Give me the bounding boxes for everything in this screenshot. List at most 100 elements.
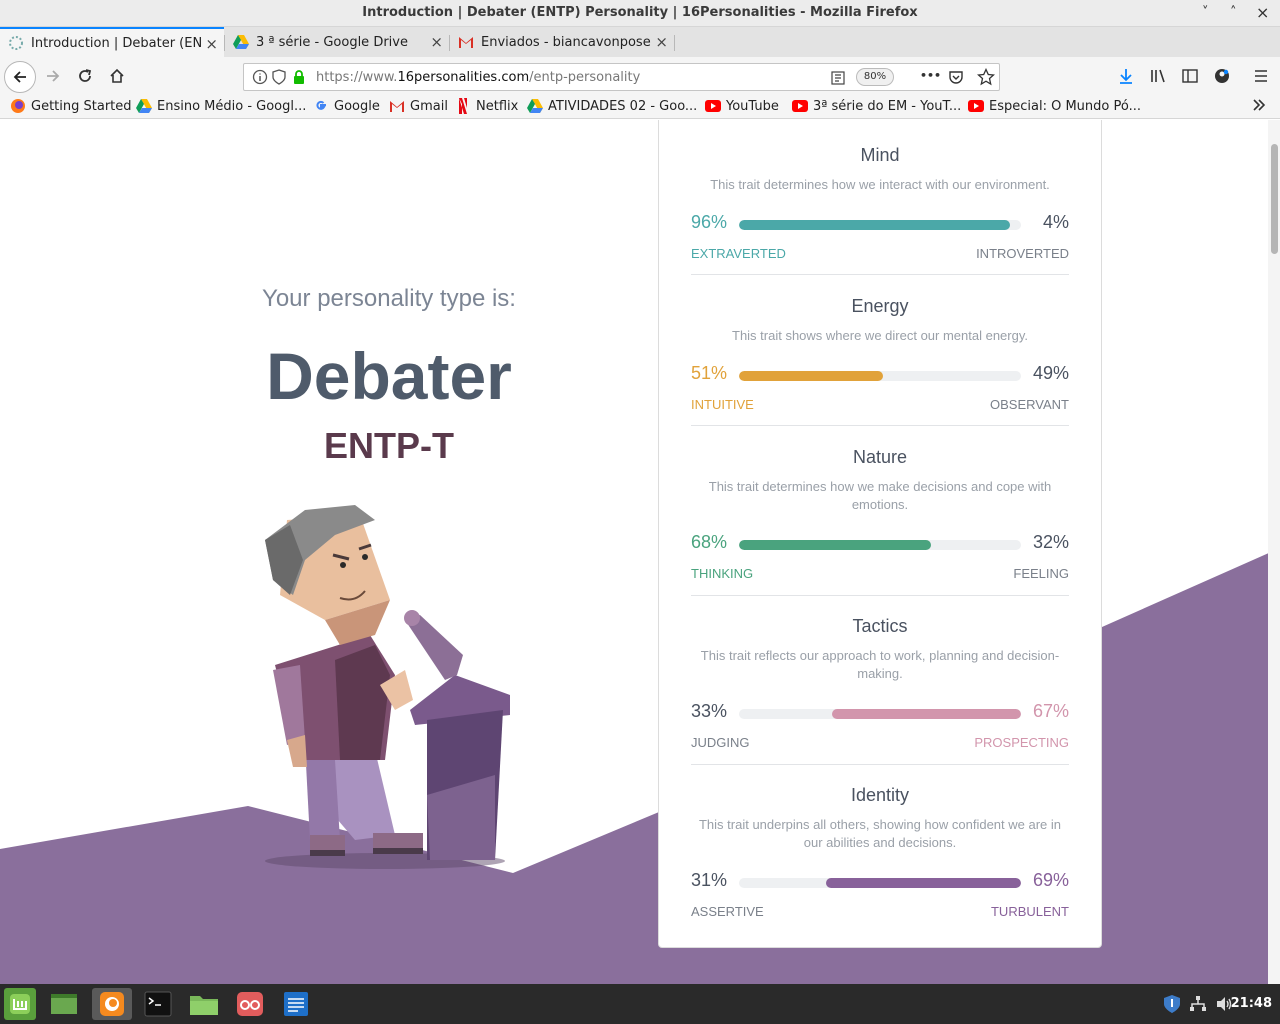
back-button[interactable] bbox=[4, 61, 36, 93]
trait-title: Tactics bbox=[852, 616, 908, 636]
bookmark-3a-serie[interactable]: 3ª série do EM - YouT... bbox=[792, 98, 961, 114]
bookmark-star-icon[interactable] bbox=[976, 67, 996, 90]
trait-divider bbox=[691, 425, 1069, 426]
bookmark-youtube[interactable]: YouTube bbox=[705, 98, 779, 114]
update-shield-icon[interactable] bbox=[1160, 988, 1184, 1020]
bookmark-label: ATIVIDADES 02 - Goo... bbox=[548, 98, 698, 114]
tab-16personalities[interactable]: Introduction | Debater (ENTP × bbox=[0, 27, 224, 57]
trait-right-label: TURBULENT bbox=[990, 904, 1069, 919]
home-button[interactable] bbox=[106, 65, 128, 87]
hamburger-icon bbox=[1255, 70, 1267, 82]
close-tab-icon[interactable]: × bbox=[205, 35, 218, 53]
trait-bar-row: 51% 49% bbox=[691, 363, 1069, 387]
youtube-icon bbox=[968, 98, 984, 114]
trait-left-percent: 33% bbox=[691, 701, 728, 721]
trait-mind: Mind This trait determines how we interac… bbox=[691, 145, 1069, 264]
page-actions-button[interactable]: ••• bbox=[920, 69, 941, 82]
bookmark-especial[interactable]: Especial: O Mundo Pó... bbox=[968, 98, 1141, 114]
trait-title: Mind bbox=[860, 145, 900, 165]
minimize-button[interactable]: ˅ bbox=[1202, 0, 1209, 26]
system-taskbar: 21:48 bbox=[0, 984, 1280, 1024]
navigation-bar: https://www.16personalities.com/entp-per… bbox=[0, 57, 1280, 95]
trait-bar-track bbox=[739, 878, 1021, 888]
trait-bar-row: 68% 32% bbox=[691, 532, 1069, 556]
intro-text: Your personality type is: bbox=[262, 285, 516, 312]
trait-nature: Nature This trait determines how we make … bbox=[691, 447, 1069, 584]
trait-right-percent: 49% bbox=[1032, 363, 1069, 383]
personality-type-code: ENTP-T bbox=[324, 425, 454, 466]
clock[interactable]: 21:48 bbox=[1231, 996, 1272, 1011]
lock-icon[interactable] bbox=[292, 69, 306, 89]
bookmark-label: Especial: O Mundo Pó... bbox=[989, 98, 1141, 114]
trait-bar-row: 31% 69% bbox=[691, 870, 1069, 894]
trait-energy: Energy This trait shows where we direct o… bbox=[691, 296, 1069, 415]
trait-left-label: INTUITIVE bbox=[691, 397, 754, 412]
tab-google-drive[interactable]: 3 ª série - Google Drive × bbox=[225, 27, 449, 57]
account-button[interactable] bbox=[1211, 65, 1233, 87]
16personalities-icon bbox=[8, 35, 24, 51]
sidebar-button[interactable] bbox=[1179, 65, 1201, 87]
trait-bar-track bbox=[739, 540, 1021, 550]
bookmark-atividades[interactable]: ATIVIDADES 02 - Goo... bbox=[527, 98, 697, 114]
url-text[interactable]: https://www.16personalities.com/entp-per… bbox=[316, 70, 640, 85]
downloads-button[interactable] bbox=[1115, 65, 1137, 87]
netflix-icon bbox=[455, 98, 471, 114]
trait-left-label: EXTRAVERTED bbox=[691, 246, 786, 261]
bookmark-label: Ensino Médio - Googl... bbox=[157, 98, 307, 114]
bookmark-getting-started[interactable]: Getting Started bbox=[10, 98, 132, 114]
gmail-icon bbox=[389, 98, 405, 114]
close-window-button[interactable]: × bbox=[1256, 0, 1269, 26]
mint-menu-icon[interactable] bbox=[4, 988, 36, 1020]
url-bar[interactable]: https://www.16personalities.com/entp-per… bbox=[243, 63, 1000, 91]
tab-label: Introduction | Debater (ENTP bbox=[31, 35, 201, 51]
firefox-taskbar-icon[interactable] bbox=[92, 988, 132, 1020]
window-titlebar: Introduction | Debater (ENTP) Personalit… bbox=[0, 0, 1280, 27]
scrollbar-thumb[interactable] bbox=[1271, 144, 1278, 254]
library-icon bbox=[1151, 69, 1165, 83]
forward-button[interactable] bbox=[42, 65, 64, 87]
trait-title: Nature bbox=[852, 447, 908, 467]
page-scrollbar[interactable] bbox=[1268, 120, 1280, 984]
info-icon[interactable] bbox=[252, 69, 268, 89]
show-desktop-icon[interactable] bbox=[48, 988, 80, 1020]
bookmark-ensino-medio[interactable]: Ensino Médio - Googl... bbox=[136, 98, 306, 114]
close-tab-icon[interactable]: × bbox=[655, 33, 668, 51]
reader-view-icon[interactable] bbox=[831, 70, 845, 89]
bookmark-label: Netflix bbox=[476, 98, 519, 114]
google-icon bbox=[313, 98, 329, 114]
tab-gmail[interactable]: Enviados - biancavonposer × bbox=[450, 27, 674, 57]
bookmark-google[interactable]: Google bbox=[313, 98, 380, 114]
menu-button[interactable] bbox=[1250, 65, 1272, 87]
trait-description: This trait reflects our approach to work… bbox=[700, 648, 1060, 681]
glasses-app-icon[interactable] bbox=[234, 988, 266, 1020]
trait-left-percent: 68% bbox=[691, 532, 728, 552]
terminal-icon[interactable] bbox=[142, 988, 174, 1020]
trait-bar-fill bbox=[826, 878, 1021, 888]
bookmarks-overflow-button[interactable] bbox=[1252, 98, 1266, 112]
library-button[interactable] bbox=[1147, 65, 1169, 87]
network-icon[interactable] bbox=[1186, 988, 1210, 1020]
google-drive-icon bbox=[233, 34, 249, 50]
zoom-level-badge[interactable]: 80% bbox=[856, 68, 894, 86]
tab-label: Enviados - biancavonposer bbox=[481, 34, 651, 50]
trait-description: This trait determines how we make decisi… bbox=[708, 479, 1052, 512]
youtube-icon bbox=[705, 98, 721, 114]
close-tab-icon[interactable]: × bbox=[430, 33, 443, 51]
tab-label: 3 ª série - Google Drive bbox=[256, 34, 408, 50]
pocket-icon[interactable] bbox=[948, 69, 964, 89]
maximize-button[interactable]: ˄ bbox=[1230, 0, 1237, 26]
reload-button[interactable] bbox=[74, 65, 96, 87]
debater-illustration bbox=[265, 505, 510, 869]
text-editor-icon[interactable] bbox=[280, 988, 312, 1020]
tracking-shield-icon[interactable] bbox=[272, 69, 286, 89]
bookmark-netflix[interactable]: Netflix bbox=[455, 98, 518, 114]
trait-labels: JUDGING PROSPECTING bbox=[691, 735, 1069, 753]
trait-left-label: THINKING bbox=[691, 566, 754, 581]
youtube-icon bbox=[792, 98, 808, 114]
bookmark-gmail[interactable]: Gmail bbox=[389, 98, 448, 114]
trait-description: This trait determines how we interact wi… bbox=[710, 177, 1050, 192]
trait-bar-fill bbox=[832, 709, 1021, 719]
files-icon[interactable] bbox=[188, 988, 220, 1020]
trait-description: This trait underpins all others, showing… bbox=[698, 817, 1062, 850]
download-icon bbox=[1120, 69, 1132, 84]
